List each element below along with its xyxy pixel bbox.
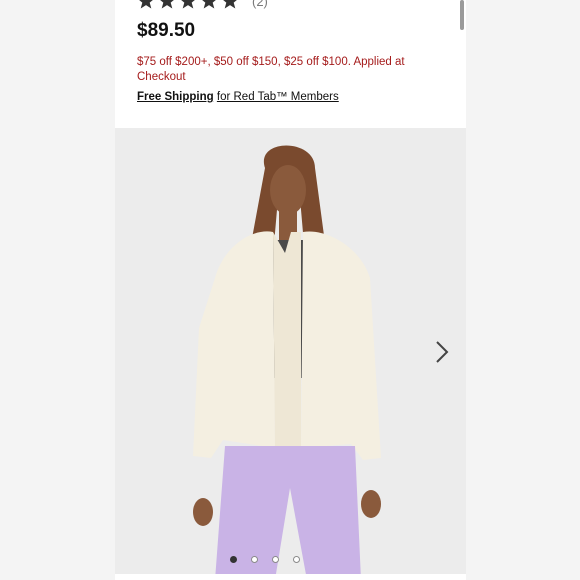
gallery-dot[interactable] bbox=[292, 556, 300, 563]
product-photo bbox=[115, 128, 466, 580]
shipping-info: Free Shipping for Red Tab™ Members bbox=[137, 91, 339, 103]
review-count[interactable]: (2) bbox=[252, 0, 268, 9]
promo-text: $75 off $200+, $50 off $150, $25 off $10… bbox=[137, 56, 405, 83]
gallery-dot[interactable] bbox=[250, 556, 258, 563]
free-shipping-link[interactable]: Free Shipping bbox=[137, 91, 214, 103]
bottom-divider bbox=[115, 574, 466, 580]
star-icon bbox=[160, 0, 174, 9]
gallery-dot[interactable] bbox=[271, 556, 279, 563]
product-page: (2) $89.50 $75 off $200+, $50 off $150, … bbox=[115, 0, 466, 580]
star-icon bbox=[202, 0, 216, 9]
star-icon bbox=[223, 0, 237, 9]
star-icon bbox=[139, 0, 153, 9]
chevron-right-icon[interactable] bbox=[432, 338, 452, 366]
scrollbar[interactable] bbox=[460, 0, 464, 30]
product-price: $89.50 bbox=[137, 20, 196, 41]
shipping-members-text[interactable]: for Red Tab™ Members bbox=[217, 91, 339, 103]
gallery-dot[interactable] bbox=[229, 556, 237, 563]
rating[interactable]: (2) bbox=[137, 0, 268, 10]
product-image-gallery[interactable] bbox=[115, 128, 466, 580]
gallery-pagination bbox=[115, 556, 440, 563]
star-icon bbox=[181, 0, 195, 9]
